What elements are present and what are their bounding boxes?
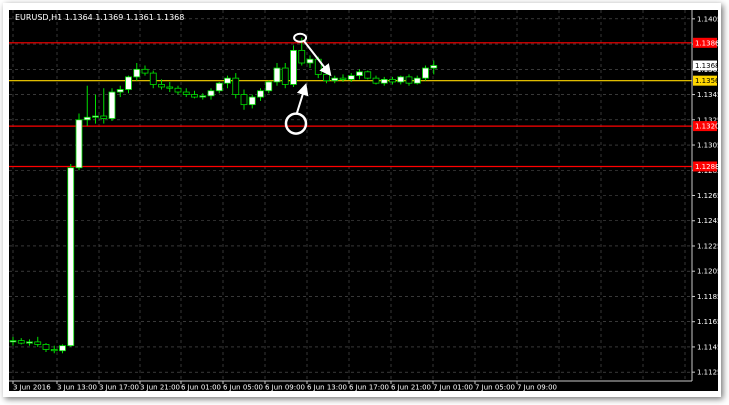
- candle-body: [248, 96, 256, 106]
- price-tick-label: 1.1225: [697, 242, 718, 250]
- price-tick-label: 1.1145: [697, 343, 718, 351]
- candle-body: [158, 84, 165, 88]
- candle-body: [133, 68, 141, 78]
- candle-body: [413, 77, 421, 84]
- price-chart[interactable]: 1.14051.13851.13651.13451.13251.13051.12…: [9, 10, 718, 391]
- price-tick-label: 1.1205: [697, 268, 718, 276]
- candle-body: [92, 115, 99, 118]
- candle-body: [265, 81, 273, 92]
- candle-body: [281, 67, 289, 85]
- candle-body: [17, 340, 25, 344]
- candle-body: [389, 79, 396, 83]
- time-tick-label: 6 Jun 09:00: [265, 384, 305, 392]
- candle-body: [430, 65, 438, 69]
- candle-body: [9, 340, 17, 343]
- candle-body: [67, 167, 75, 347]
- time-tick-label: 6 Jun 13:00: [307, 384, 347, 392]
- price-tick-label: 1.1305: [697, 142, 718, 150]
- candle-body: [372, 77, 380, 84]
- candle-body: [75, 119, 83, 169]
- candle-body: [182, 91, 190, 95]
- candle: [290, 45, 297, 87]
- price-tick-label: 1.1345: [697, 91, 718, 99]
- candle-body: [199, 95, 207, 98]
- candle-body: [397, 76, 405, 83]
- level-price-tag-label: 1.1386: [695, 39, 718, 47]
- candle-body: [42, 344, 50, 350]
- candle-body: [108, 91, 116, 119]
- candle-body: [422, 67, 429, 79]
- candle-body: [298, 49, 306, 64]
- time-tick-label: 3 Jun 2016: [13, 384, 51, 392]
- candle-body: [339, 77, 347, 80]
- candle: [422, 65, 429, 81]
- candle: [67, 163, 75, 347]
- candle-body: [364, 71, 372, 79]
- candle-body: [149, 72, 157, 85]
- candle: [75, 113, 83, 171]
- candle-body: [100, 115, 108, 119]
- candle-body: [125, 76, 132, 90]
- time-tick-label: 6 Jun 17:00: [349, 384, 389, 392]
- level-price-tag-label: 1.1320: [695, 123, 718, 131]
- time-tick-label: 3 Jun 17:00: [99, 384, 139, 392]
- candle-body: [83, 116, 91, 121]
- candle-body: [166, 86, 174, 89]
- candle-body: [34, 341, 42, 345]
- price-tick-label: 1.1125: [697, 369, 718, 377]
- chart-background: [9, 10, 718, 391]
- time-tick-label: 6 Jun 21:00: [391, 384, 431, 392]
- candle-body: [356, 71, 363, 77]
- candle-body: [174, 87, 182, 93]
- chart-window: 1.14051.13851.13651.13451.13251.13051.12…: [3, 3, 721, 397]
- candle-body: [50, 349, 58, 352]
- time-tick-label: 6 Jun 05:00: [223, 384, 263, 392]
- price-tick-label: 1.1245: [697, 217, 718, 225]
- candle: [108, 88, 116, 122]
- candle-body: [347, 75, 355, 80]
- time-tick-label: 7 Jun 05:00: [475, 384, 515, 392]
- price-tick-label: 1.1405: [697, 15, 718, 23]
- level-price-tag-label: 1.1356: [695, 77, 718, 85]
- candle-body: [331, 77, 339, 82]
- candle-body: [232, 77, 240, 95]
- candle-body: [215, 82, 223, 92]
- candle-body: [240, 94, 248, 106]
- candle: [364, 70, 372, 80]
- candle-body: [116, 89, 124, 93]
- candle-body: [290, 49, 297, 85]
- current-price-tag-label: 1.1368: [695, 62, 718, 70]
- level-price-tag-label: 1.1288: [695, 163, 718, 171]
- time-tick-label: 7 Jun 01:00: [433, 384, 473, 392]
- candle-body: [26, 341, 33, 344]
- candle-body: [224, 77, 231, 84]
- time-tick-label: 3 Jun 13:00: [57, 384, 97, 392]
- time-tick-label: 7 Jun 09:00: [517, 384, 557, 392]
- symbol-info-label: EURUSD,H1 1.1364 1.1369 1.1361 1.1368: [15, 13, 184, 22]
- candle-body: [141, 68, 149, 74]
- candle-body: [207, 90, 215, 97]
- candle-body: [380, 79, 388, 84]
- candle-body: [273, 67, 281, 83]
- candle-body: [306, 58, 314, 64]
- candle-body: [59, 345, 66, 352]
- candle-body: [191, 94, 198, 98]
- price-tick-label: 1.1185: [697, 293, 718, 301]
- price-tick-label: 1.1165: [697, 318, 718, 326]
- candle-body: [405, 76, 413, 84]
- time-tick-label: 6 Jun 01:00: [181, 384, 221, 392]
- price-tick-label: 1.1265: [697, 192, 718, 200]
- time-tick-label: 3 Jun 21:00: [140, 384, 180, 392]
- candle-body: [257, 90, 264, 98]
- candle-body: [323, 73, 330, 82]
